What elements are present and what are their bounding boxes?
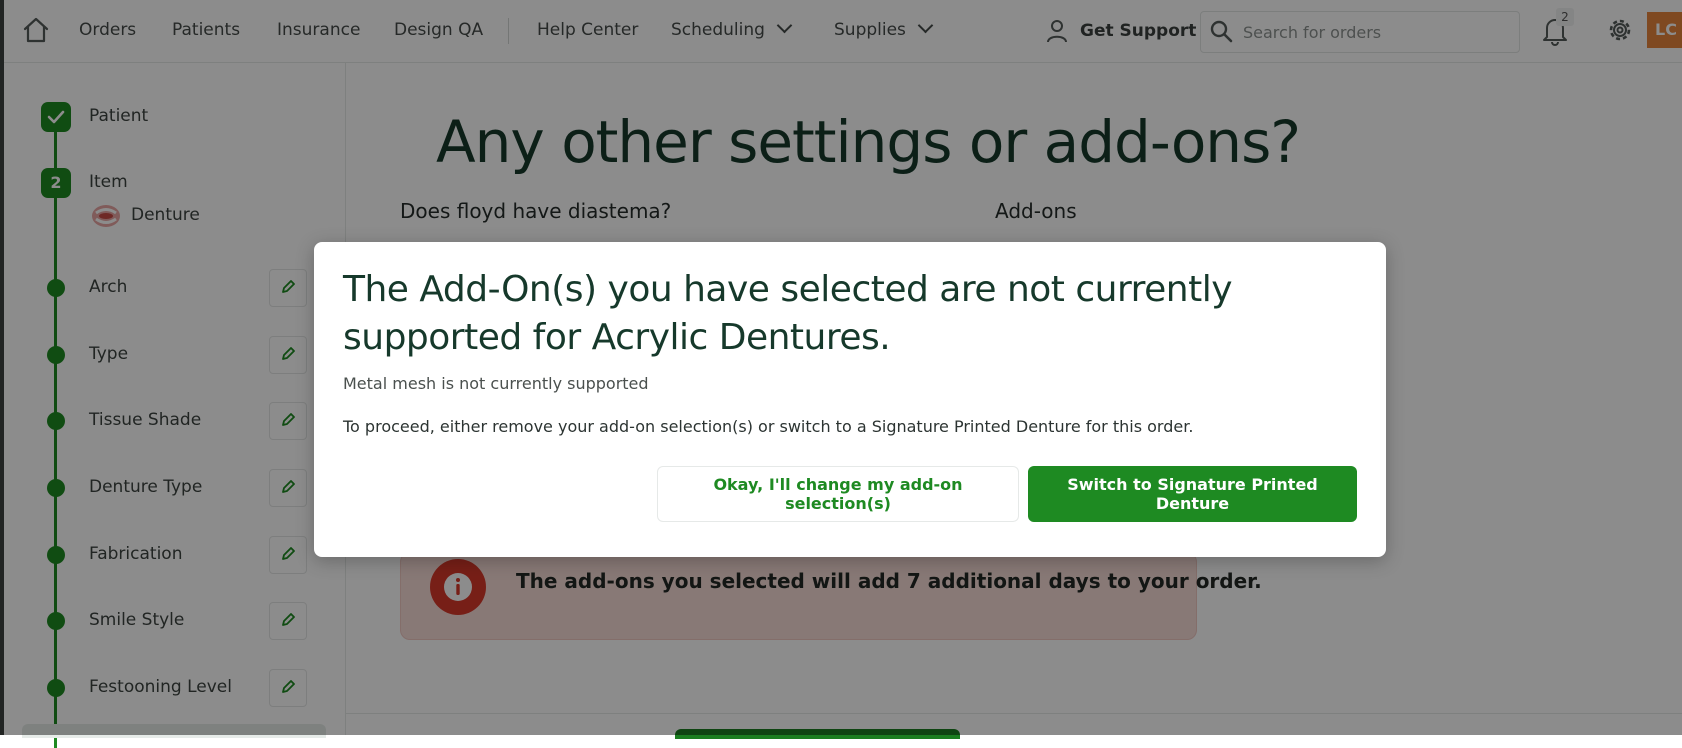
switch-to-printed-denture-button[interactable]: Switch to Signature Printed Denture: [1028, 466, 1357, 522]
dialog-body: To proceed, either remove your add-on se…: [343, 417, 1194, 436]
change-addon-selection-button[interactable]: Okay, I'll change my add-on selection(s): [657, 466, 1019, 522]
unsupported-addons-dialog: The Add-On(s) you have selected are not …: [314, 242, 1386, 557]
dialog-subtitle: Metal mesh is not currently supported: [343, 374, 649, 393]
dialog-title: The Add-On(s) you have selected are not …: [343, 269, 1233, 358]
